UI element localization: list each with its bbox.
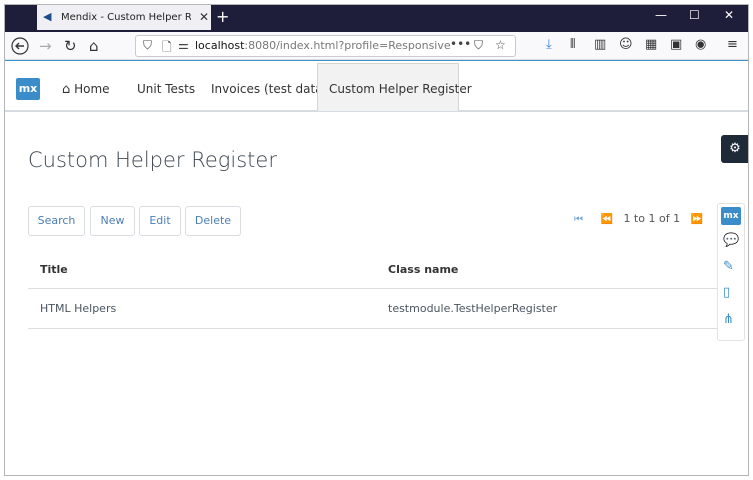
next-page-icon[interactable]: ⏩ — [691, 214, 703, 225]
tab-title: Mendix - Custom Helper Regist — [61, 11, 191, 23]
extension3-icon[interactable]: ◉ — [695, 37, 706, 52]
url-text[interactable]: localhost:8080/index.html?profile=Respon… — [195, 39, 451, 52]
feedback-icon[interactable]: 💬 — [723, 233, 739, 248]
nav-invoices[interactable]: Invoices (test data) — [211, 82, 327, 96]
page-title: Custom Helper Register — [28, 148, 277, 172]
table-row[interactable] — [28, 289, 718, 329]
edit-button[interactable]: Edit — [139, 206, 181, 236]
pocket-icon[interactable]: ⛉ — [474, 38, 483, 53]
dock-mendix-logo[interactable]: mx — [721, 207, 741, 225]
edit-pencil-icon[interactable]: ✎ — [723, 259, 734, 274]
extension-icon[interactable]: ▦ — [645, 37, 657, 52]
home-icon[interactable]: ⌂ — [89, 37, 99, 55]
tab-close-icon[interactable]: ✕ — [199, 10, 209, 24]
browser-tab[interactable]: ◀ Mendix - Custom Helper Regist ✕ — [37, 4, 211, 30]
account-icon[interactable]: ☺ — [619, 37, 633, 52]
nav-unit-tests[interactable]: Unit Tests — [137, 82, 195, 96]
nav-custom-helper-register[interactable]: Custom Helper Register — [329, 82, 472, 96]
first-page-icon[interactable]: ⏮ — [574, 214, 583, 225]
nav-home-label: Home — [74, 82, 110, 96]
cell-title: HTML Helpers — [40, 302, 117, 315]
user-settings-icon[interactable]: ⚙ — [721, 135, 749, 163]
pager: ⏮ ⏪ 1 to 1 of 1 ⏩ — [574, 212, 703, 225]
pager-text: 1 to 1 of 1 — [623, 212, 681, 225]
more-actions-icon[interactable]: ••• — [450, 37, 471, 51]
mendix-tab-icon: ◀ — [43, 10, 52, 23]
table-header — [28, 255, 718, 289]
page-info-icon[interactable]: 🗋 — [162, 38, 172, 59]
mendix-logo[interactable]: mx — [16, 78, 40, 100]
share-icon[interactable]: ⋔ — [723, 312, 734, 327]
delete-button[interactable]: Delete — [185, 206, 241, 236]
minimize-button[interactable]: — — [655, 8, 667, 22]
nav-home[interactable]: ⌂ Home — [62, 82, 110, 97]
home-nav-icon: ⌂ — [62, 82, 71, 97]
library-icon[interactable]: ⫴ — [570, 37, 575, 52]
back-button[interactable] — [11, 37, 29, 59]
close-window-button[interactable]: ✕ — [724, 8, 734, 22]
column-header-class-name[interactable]: Class name — [388, 263, 458, 276]
back-icon — [11, 37, 29, 55]
column-header-title[interactable]: Title — [40, 263, 68, 276]
shield-icon[interactable]: ⛉ — [143, 38, 152, 53]
new-button[interactable]: New — [90, 206, 135, 236]
cell-class-name: testmodule.TestHelperRegister — [388, 302, 558, 315]
extension2-icon[interactable]: ▣ — [670, 37, 682, 52]
search-button[interactable]: Search — [28, 206, 85, 236]
forward-icon[interactable]: → — [39, 37, 52, 55]
permissions-icon[interactable]: ⚌ — [178, 38, 189, 52]
mobile-preview-icon[interactable]: ▯ — [723, 285, 730, 300]
bookmark-star-icon[interactable]: ☆ — [495, 38, 506, 52]
download-icon[interactable]: ⤓ — [546, 37, 552, 52]
new-tab-button[interactable]: + — [216, 7, 229, 26]
menu-icon[interactable]: ≡ — [727, 37, 738, 52]
previous-page-icon[interactable]: ⏪ — [600, 214, 612, 225]
maximize-button[interactable]: ☐ — [689, 8, 700, 22]
sidebar-icon[interactable]: ▥ — [594, 37, 606, 52]
reload-icon[interactable]: ↻ — [64, 37, 77, 55]
